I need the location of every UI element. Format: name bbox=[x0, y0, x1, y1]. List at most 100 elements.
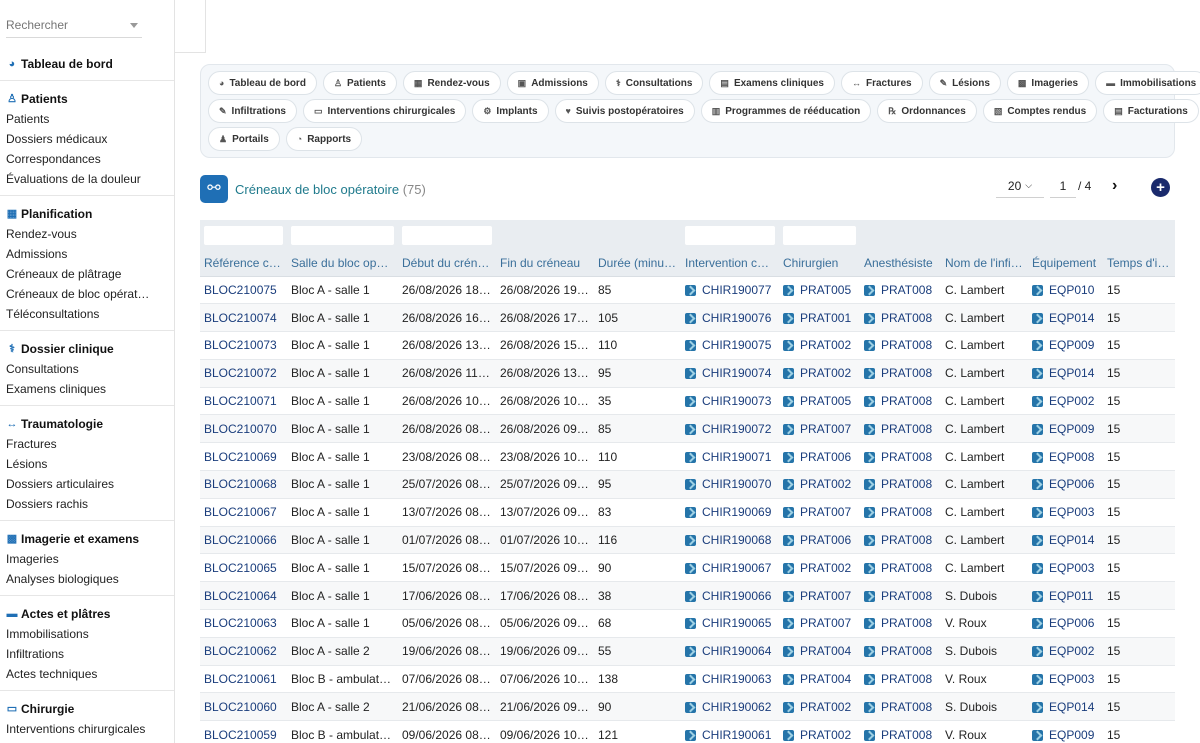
module-button[interactable]: ▬ Immobilisations bbox=[1095, 71, 1200, 95]
record-link[interactable]: CHIR190074 bbox=[702, 366, 771, 380]
link-record-icon[interactable] bbox=[685, 423, 696, 435]
link-record-icon[interactable] bbox=[783, 368, 794, 380]
record-link[interactable]: PRAT008 bbox=[881, 311, 932, 325]
record-link[interactable]: PRAT007 bbox=[800, 616, 851, 630]
link-record-icon[interactable] bbox=[685, 562, 696, 574]
link-record-icon[interactable] bbox=[1032, 562, 1043, 574]
record-link[interactable]: PRAT008 bbox=[881, 589, 932, 603]
record-link[interactable]: EQP014 bbox=[1049, 700, 1094, 714]
search-input[interactable] bbox=[6, 14, 126, 36]
link-record-icon[interactable] bbox=[864, 451, 875, 463]
link-record-icon[interactable] bbox=[864, 479, 875, 491]
link-record-icon[interactable] bbox=[1032, 674, 1043, 686]
table-row[interactable]: BLOC210067 Bloc A - salle 1 13/07/2026 08:… bbox=[200, 498, 1175, 527]
record-link[interactable]: CHIR190071 bbox=[702, 450, 771, 464]
sidebar-item[interactable]: Immobilisations bbox=[0, 624, 174, 644]
link-record-icon[interactable] bbox=[783, 451, 794, 463]
record-link[interactable]: PRAT008 bbox=[881, 700, 932, 714]
record-link[interactable]: PRAT008 bbox=[881, 338, 932, 352]
link-record-icon[interactable] bbox=[1032, 646, 1043, 658]
sidebar-item[interactable]: Interventions chirurgicales bbox=[0, 719, 174, 739]
link-record-icon[interactable] bbox=[1032, 701, 1043, 713]
link-record-icon[interactable] bbox=[685, 312, 696, 324]
sidebar-section-header[interactable]: ▩ Imagerie et examens bbox=[0, 529, 174, 549]
link-record-icon[interactable] bbox=[685, 479, 696, 491]
table-row[interactable]: BLOC210069 Bloc A - salle 1 23/08/2026 08:… bbox=[200, 442, 1175, 472]
module-button[interactable]: ▧ Comptes rendus bbox=[982, 99, 1098, 123]
link-record-icon[interactable] bbox=[685, 507, 696, 519]
module-button[interactable]: ℞ Ordonnances bbox=[877, 99, 977, 123]
column-header[interactable]: Nom de l'infi… bbox=[941, 250, 1028, 277]
link-record-icon[interactable] bbox=[685, 340, 696, 352]
column-header[interactable]: Temps d'inst… bbox=[1103, 250, 1175, 277]
sidebar-section-header[interactable]: ◕ Tableau de bord bbox=[0, 54, 174, 74]
record-link[interactable]: PRAT005 bbox=[800, 394, 851, 408]
record-link[interactable]: BLOC210059 bbox=[204, 728, 277, 742]
link-record-icon[interactable] bbox=[1032, 590, 1043, 602]
record-link[interactable]: PRAT008 bbox=[881, 505, 932, 519]
record-link[interactable]: PRAT007 bbox=[800, 505, 851, 519]
link-record-icon[interactable] bbox=[783, 507, 794, 519]
link-record-icon[interactable] bbox=[864, 535, 875, 547]
link-record-icon[interactable] bbox=[864, 729, 875, 741]
record-link[interactable]: CHIR190064 bbox=[702, 644, 771, 658]
sidebar-item[interactable]: Admissions bbox=[0, 244, 174, 264]
link-record-icon[interactable] bbox=[685, 729, 696, 741]
dropdown-caret-icon[interactable] bbox=[130, 23, 138, 28]
column-filter-input[interactable] bbox=[291, 225, 394, 245]
link-record-icon[interactable] bbox=[1032, 284, 1043, 296]
link-record-icon[interactable] bbox=[685, 590, 696, 602]
table-row[interactable]: BLOC210061 Bloc B - ambulatoire 07/06/2026… bbox=[200, 665, 1175, 694]
column-filter-input[interactable] bbox=[783, 225, 856, 245]
record-link[interactable]: BLOC210073 bbox=[204, 338, 277, 352]
sidebar-item[interactable]: Imageries bbox=[0, 549, 174, 569]
sidebar-item[interactable]: Check-lists bbox=[0, 739, 174, 743]
table-row[interactable]: BLOC210074 Bloc A - salle 1 26/08/2026 16:… bbox=[200, 303, 1175, 333]
table-row[interactable]: BLOC210073 Bloc A - salle 1 26/08/2026 13:… bbox=[200, 331, 1175, 360]
record-link[interactable]: CHIR190077 bbox=[702, 283, 771, 297]
record-link[interactable]: EQP006 bbox=[1049, 477, 1094, 491]
column-header[interactable]: Référence cr… bbox=[200, 250, 287, 277]
link-record-icon[interactable] bbox=[864, 423, 875, 435]
module-button[interactable]: ✎ Lésions bbox=[928, 71, 1001, 95]
record-link[interactable]: CHIR190068 bbox=[702, 533, 771, 547]
link-record-icon[interactable] bbox=[864, 340, 875, 352]
link-record-icon[interactable] bbox=[685, 396, 696, 408]
record-link[interactable]: PRAT006 bbox=[800, 533, 851, 547]
record-link[interactable]: BLOC210060 bbox=[204, 700, 277, 714]
record-link[interactable]: BLOC210062 bbox=[204, 644, 277, 658]
link-record-icon[interactable] bbox=[783, 423, 794, 435]
link-record-icon[interactable] bbox=[783, 590, 794, 602]
sidebar-item[interactable]: Correspondances bbox=[0, 149, 174, 169]
sidebar-item[interactable]: Patients bbox=[0, 109, 174, 129]
link-record-icon[interactable] bbox=[864, 701, 875, 713]
record-link[interactable]: CHIR190061 bbox=[702, 728, 771, 742]
link-record-icon[interactable] bbox=[1032, 479, 1043, 491]
record-link[interactable]: EQP008 bbox=[1049, 450, 1094, 464]
record-link[interactable]: PRAT008 bbox=[881, 450, 932, 464]
record-link[interactable]: PRAT008 bbox=[881, 394, 932, 408]
sidebar-item[interactable]: Infiltrations bbox=[0, 644, 174, 664]
module-button[interactable]: ◔ Rapports bbox=[285, 127, 363, 151]
link-record-icon[interactable] bbox=[783, 284, 794, 296]
link-record-icon[interactable] bbox=[783, 701, 794, 713]
table-row[interactable]: BLOC210068 Bloc A - salle 1 25/07/2026 08:… bbox=[200, 470, 1175, 499]
record-link[interactable]: BLOC210064 bbox=[204, 589, 277, 603]
column-header[interactable]: Fin du créneau bbox=[496, 250, 594, 277]
column-header[interactable]: Salle du bloc opé… bbox=[287, 250, 398, 277]
record-link[interactable]: CHIR190062 bbox=[702, 700, 771, 714]
record-link[interactable]: EQP009 bbox=[1049, 338, 1094, 352]
link-record-icon[interactable] bbox=[685, 368, 696, 380]
search-box[interactable] bbox=[6, 14, 142, 38]
record-link[interactable]: PRAT002 bbox=[800, 728, 851, 742]
record-link[interactable]: BLOC210063 bbox=[204, 616, 277, 630]
record-link[interactable]: PRAT002 bbox=[800, 700, 851, 714]
link-record-icon[interactable] bbox=[1032, 729, 1043, 741]
sidebar-item[interactable]: Évaluations de la douleur bbox=[0, 169, 174, 189]
module-button[interactable]: ⚙ Implants bbox=[472, 99, 549, 123]
record-link[interactable]: BLOC210065 bbox=[204, 561, 277, 575]
table-row[interactable]: BLOC210059 Bloc B - ambulatoire 09/06/2026… bbox=[200, 720, 1175, 743]
column-header[interactable]: Équipement bbox=[1028, 250, 1103, 277]
sidebar-item[interactable]: Créneaux de bloc opérat… bbox=[0, 284, 174, 304]
module-button[interactable]: ▦ Rendez-vous bbox=[402, 71, 501, 95]
